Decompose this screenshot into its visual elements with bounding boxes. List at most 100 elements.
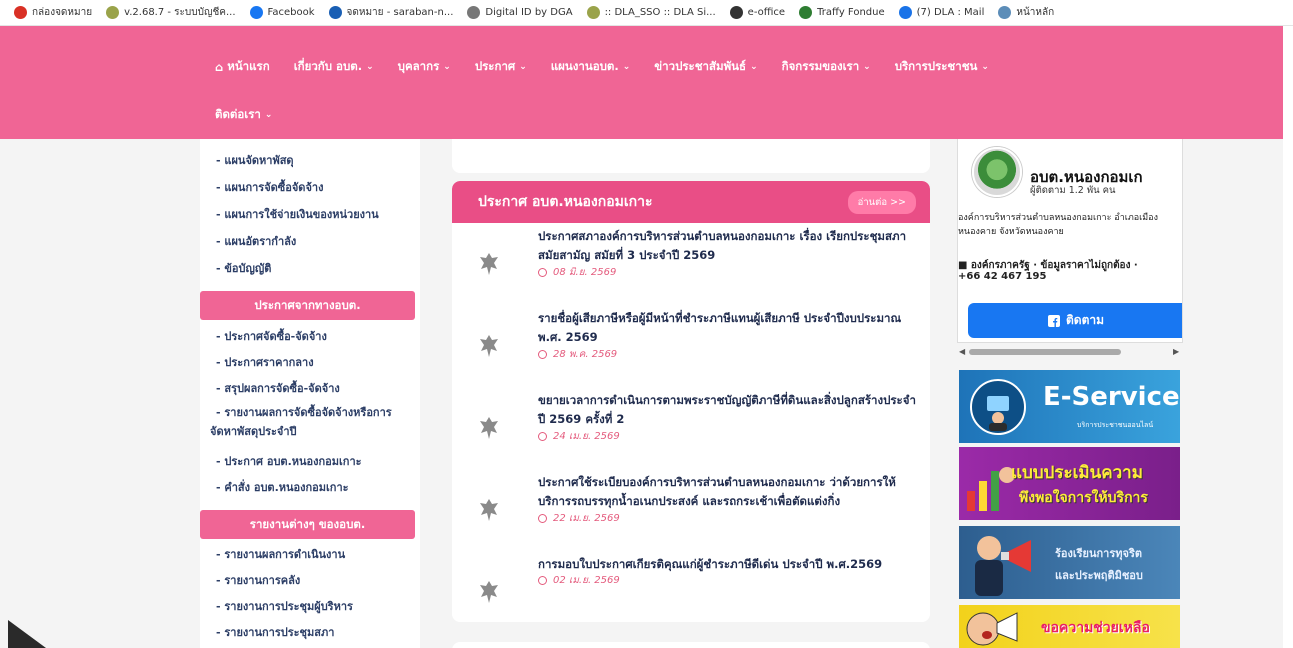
facebook-icon — [1047, 314, 1060, 327]
garuda-emblem-icon — [480, 335, 498, 357]
sidebar-link[interactable]: - รายงานการประชุมผู้บริหาร — [216, 597, 353, 615]
sidebar-heading-announcements: ประกาศจากทางอบต. — [200, 291, 415, 320]
news-date: 08 มิ.ย. 2569 — [538, 265, 616, 280]
news-date: 22 เม.ย. 2569 — [538, 511, 620, 526]
read-more-button[interactable]: อ่านต่อ >> — [847, 190, 916, 214]
news-date-text: 02 เม.ย. 2569 — [553, 575, 620, 586]
news-date: 28 พ.ค. 2569 — [538, 347, 617, 362]
sidebar-link[interactable]: - รายงานการประชุมสภา — [216, 623, 334, 641]
main-nav: ⌂ หน้าแรก เกี่ยวกับ อบต. ⌄ บุคลากร ⌄ ประกาศ ⌄ แผ… — [0, 26, 1283, 139]
eservice-subtitle: บริการประชาชนออนไลน์ — [1077, 421, 1154, 429]
survey-line2: พึงพอใจการให้บริการ — [1019, 490, 1148, 506]
eservice-banner[interactable]: E-Service บริการประชาชนออนไลน์ — [959, 370, 1180, 443]
news-title[interactable]: ประกาศใช้ระเบียบองค์การบริหารส่วนตำบลหนอ… — [538, 473, 918, 511]
nav-item[interactable]: เกี่ยวกับ อบต. ⌄ — [294, 58, 374, 76]
page-category-text: ■ องค์กรภาครัฐ · ข้อมูลราคาไม่ถูกต้อง · — [958, 260, 1138, 271]
sidebar-link[interactable]: - แผนการจัดซื้อจัดจ้าง — [216, 178, 323, 196]
page-avatar[interactable] — [972, 147, 1022, 197]
bookmark-favicon-icon — [898, 6, 912, 19]
left-sidebar: - แผนจัดหาพัสดุ - แผนการจัดซื้อจัดจ้าง -… — [200, 139, 420, 648]
computer-user-icon — [970, 379, 1026, 435]
news-date-text: 24 เม.ย. 2569 — [553, 431, 620, 442]
news-title[interactable]: การมอบใบประกาศเกียรติคุณแก่ผู้ชำระภาษีดี… — [538, 555, 918, 574]
sidebar-link[interactable]: - รายงานการคลัง — [216, 571, 300, 589]
help-text: ขอความช่วยเหลือ — [1041, 620, 1150, 636]
sidebar-link[interactable]: - แผนอัตรากำลัง — [216, 232, 296, 250]
home-icon: ⌂ — [215, 60, 224, 74]
sidebar-link[interactable]: - รายงานผลการจัดซื้อจัดจ้างหรือการจัดหาพ… — [210, 403, 418, 441]
nav-item[interactable]: ⌂ หน้าแรก — [215, 58, 270, 76]
sidebar-link[interactable]: - แผนการใช้จ่ายเงินของหน่วยงาน — [216, 205, 379, 223]
nav-item[interactable]: บุคลากร ⌄ — [398, 58, 451, 76]
chevron-down-icon: ⌄ — [443, 62, 451, 72]
news-title[interactable]: รายชื่อผู้เสียภาษีหรือผู้มีหน้าที่ชำระภา… — [538, 309, 918, 347]
bookmark-item[interactable]: จดหมาย - saraban-n... — [328, 5, 453, 20]
chevron-down-icon: ⌄ — [863, 62, 871, 72]
bookmark-label: e-office — [747, 7, 786, 18]
next-card-top — [452, 642, 930, 648]
help-banner[interactable]: ขอความช่วยเหลือ — [959, 605, 1180, 648]
sidebar-link[interactable]: - ประกาศราคากลาง — [216, 353, 314, 371]
bookmark-label: Digital ID by DGA — [485, 7, 573, 18]
bookmark-item[interactable]: e-office — [729, 6, 786, 19]
garuda-emblem-icon — [480, 581, 498, 603]
nav-item[interactable]: ประกาศ ⌄ — [475, 58, 527, 76]
garuda-emblem-icon — [480, 253, 498, 275]
scroll-right-icon[interactable]: ▶ — [1173, 347, 1179, 356]
nav-item[interactable]: ข่าวประชาสัมพันธ์ ⌄ — [654, 58, 757, 76]
news-item[interactable]: รายชื่อผู้เสียภาษีหรือผู้มีหน้าที่ชำระภา… — [452, 309, 930, 389]
follow-button[interactable]: ติดตาม — [968, 303, 1182, 338]
survey-banner[interactable]: แบบประเมินความ พึงพอใจการให้บริการ — [959, 447, 1180, 520]
bookmark-label: กล่องจดหมาย — [32, 7, 93, 18]
bookmark-favicon-icon — [729, 6, 743, 19]
nav-item[interactable]: ติดต่อเรา ⌄ — [215, 106, 272, 124]
bookmark-item[interactable]: Traffy Fondue — [799, 6, 885, 19]
scroll-left-icon[interactable]: ◀ — [959, 347, 965, 356]
bookmark-item[interactable]: กล่องจดหมาย — [14, 5, 92, 20]
sidebar-link[interactable]: - ข้อบัญญัติ — [216, 259, 271, 277]
bookmark-favicon-icon — [106, 6, 120, 19]
sidebar-link[interactable]: - ประกาศ อบต.หนองกอมเกาะ — [216, 452, 362, 470]
nav-item-label: บริการประชาชน — [894, 59, 978, 73]
nav-item[interactable]: แผนงานอบต. ⌄ — [551, 58, 631, 76]
news-item[interactable]: ประกาศใช้ระเบียบองค์การบริหารส่วนตำบลหนอ… — [452, 473, 930, 553]
complaint-banner[interactable]: ร้องเรียนการทุจริต และประพฤติมิชอบ — [959, 526, 1180, 599]
eservice-title: E-Service — [1043, 382, 1180, 412]
bookmark-item[interactable]: Facebook — [249, 6, 315, 19]
news-item[interactable]: ประกาศสภาองค์การบริหารส่วนตำบลหนองกอมเกา… — [452, 227, 930, 307]
news-item[interactable]: การมอบใบประกาศเกียรติคุณแก่ผู้ชำระภาษีดี… — [452, 555, 930, 622]
news-item[interactable]: ขยายเวลาการดำเนินการตามพระราชบัญญัติภาษี… — [452, 391, 930, 471]
bookmark-item[interactable]: หน้าหลัก — [998, 5, 1054, 20]
bookmark-item[interactable]: :: DLA_SSO :: DLA Si... — [586, 6, 716, 19]
previous-card-bottom — [452, 139, 930, 173]
bookmark-favicon-icon — [328, 6, 342, 19]
facebook-page-widget: อบต.หนองกอมเก ผู้ติดตาม 1.2 พัน คน องค์ก… — [957, 139, 1183, 343]
chevron-down-icon: ⌄ — [622, 62, 631, 72]
bookmark-item[interactable]: Digital ID by DGA — [467, 6, 573, 19]
news-title[interactable]: ประกาศสภาองค์การบริหารส่วนตำบลหนองกอมเกา… — [538, 227, 918, 265]
scroll-thumb[interactable] — [969, 349, 1121, 355]
nav-item[interactable]: กิจกรรมของเรา ⌄ — [782, 58, 871, 76]
horizontal-scrollbar[interactable]: ◀ ▶ — [957, 345, 1183, 359]
news-date-text: 08 มิ.ย. 2569 — [553, 267, 617, 278]
nav-item-label: กิจกรรมของเรา — [781, 59, 860, 73]
bookmark-label: หน้าหลัก — [1016, 7, 1055, 18]
sidebar-link[interactable]: - ประกาศจัดซื้อ-จัดจ้าง — [216, 327, 327, 345]
nav-item[interactable]: บริการประชาชน ⌄ — [895, 58, 989, 76]
sidebar-link[interactable]: - สรุปผลการจัดซื้อ-จัดจ้าง — [216, 379, 340, 397]
bookmark-item[interactable]: v.2.68.7 - ระบบบัญชีค... — [106, 5, 236, 20]
news-date-text: 28 พ.ค. 2569 — [553, 349, 618, 360]
bookmark-item[interactable]: (7) DLA : Mail — [898, 6, 984, 19]
news-title[interactable]: ขยายเวลาการดำเนินการตามพระราชบัญญัติภาษี… — [538, 391, 918, 429]
corner-decoration — [8, 620, 46, 648]
sidebar-link[interactable]: - รายงานผลการดำเนินงาน — [216, 545, 345, 563]
bookmark-label: Traffy Fondue — [817, 7, 885, 18]
garuda-emblem-icon — [480, 499, 498, 521]
clock-icon — [538, 268, 547, 277]
megaphone-person-icon — [975, 536, 1031, 596]
sidebar-heading-reports: รายงานต่างๆ ของอบต. — [200, 510, 415, 539]
chevron-down-icon: ⌄ — [981, 62, 989, 72]
chevron-down-icon: ⌄ — [519, 62, 527, 72]
sidebar-link[interactable]: - แผนจัดหาพัสดุ — [216, 151, 294, 169]
sidebar-link[interactable]: - คำสั่ง อบต.หนองกอมเกาะ — [216, 478, 349, 496]
